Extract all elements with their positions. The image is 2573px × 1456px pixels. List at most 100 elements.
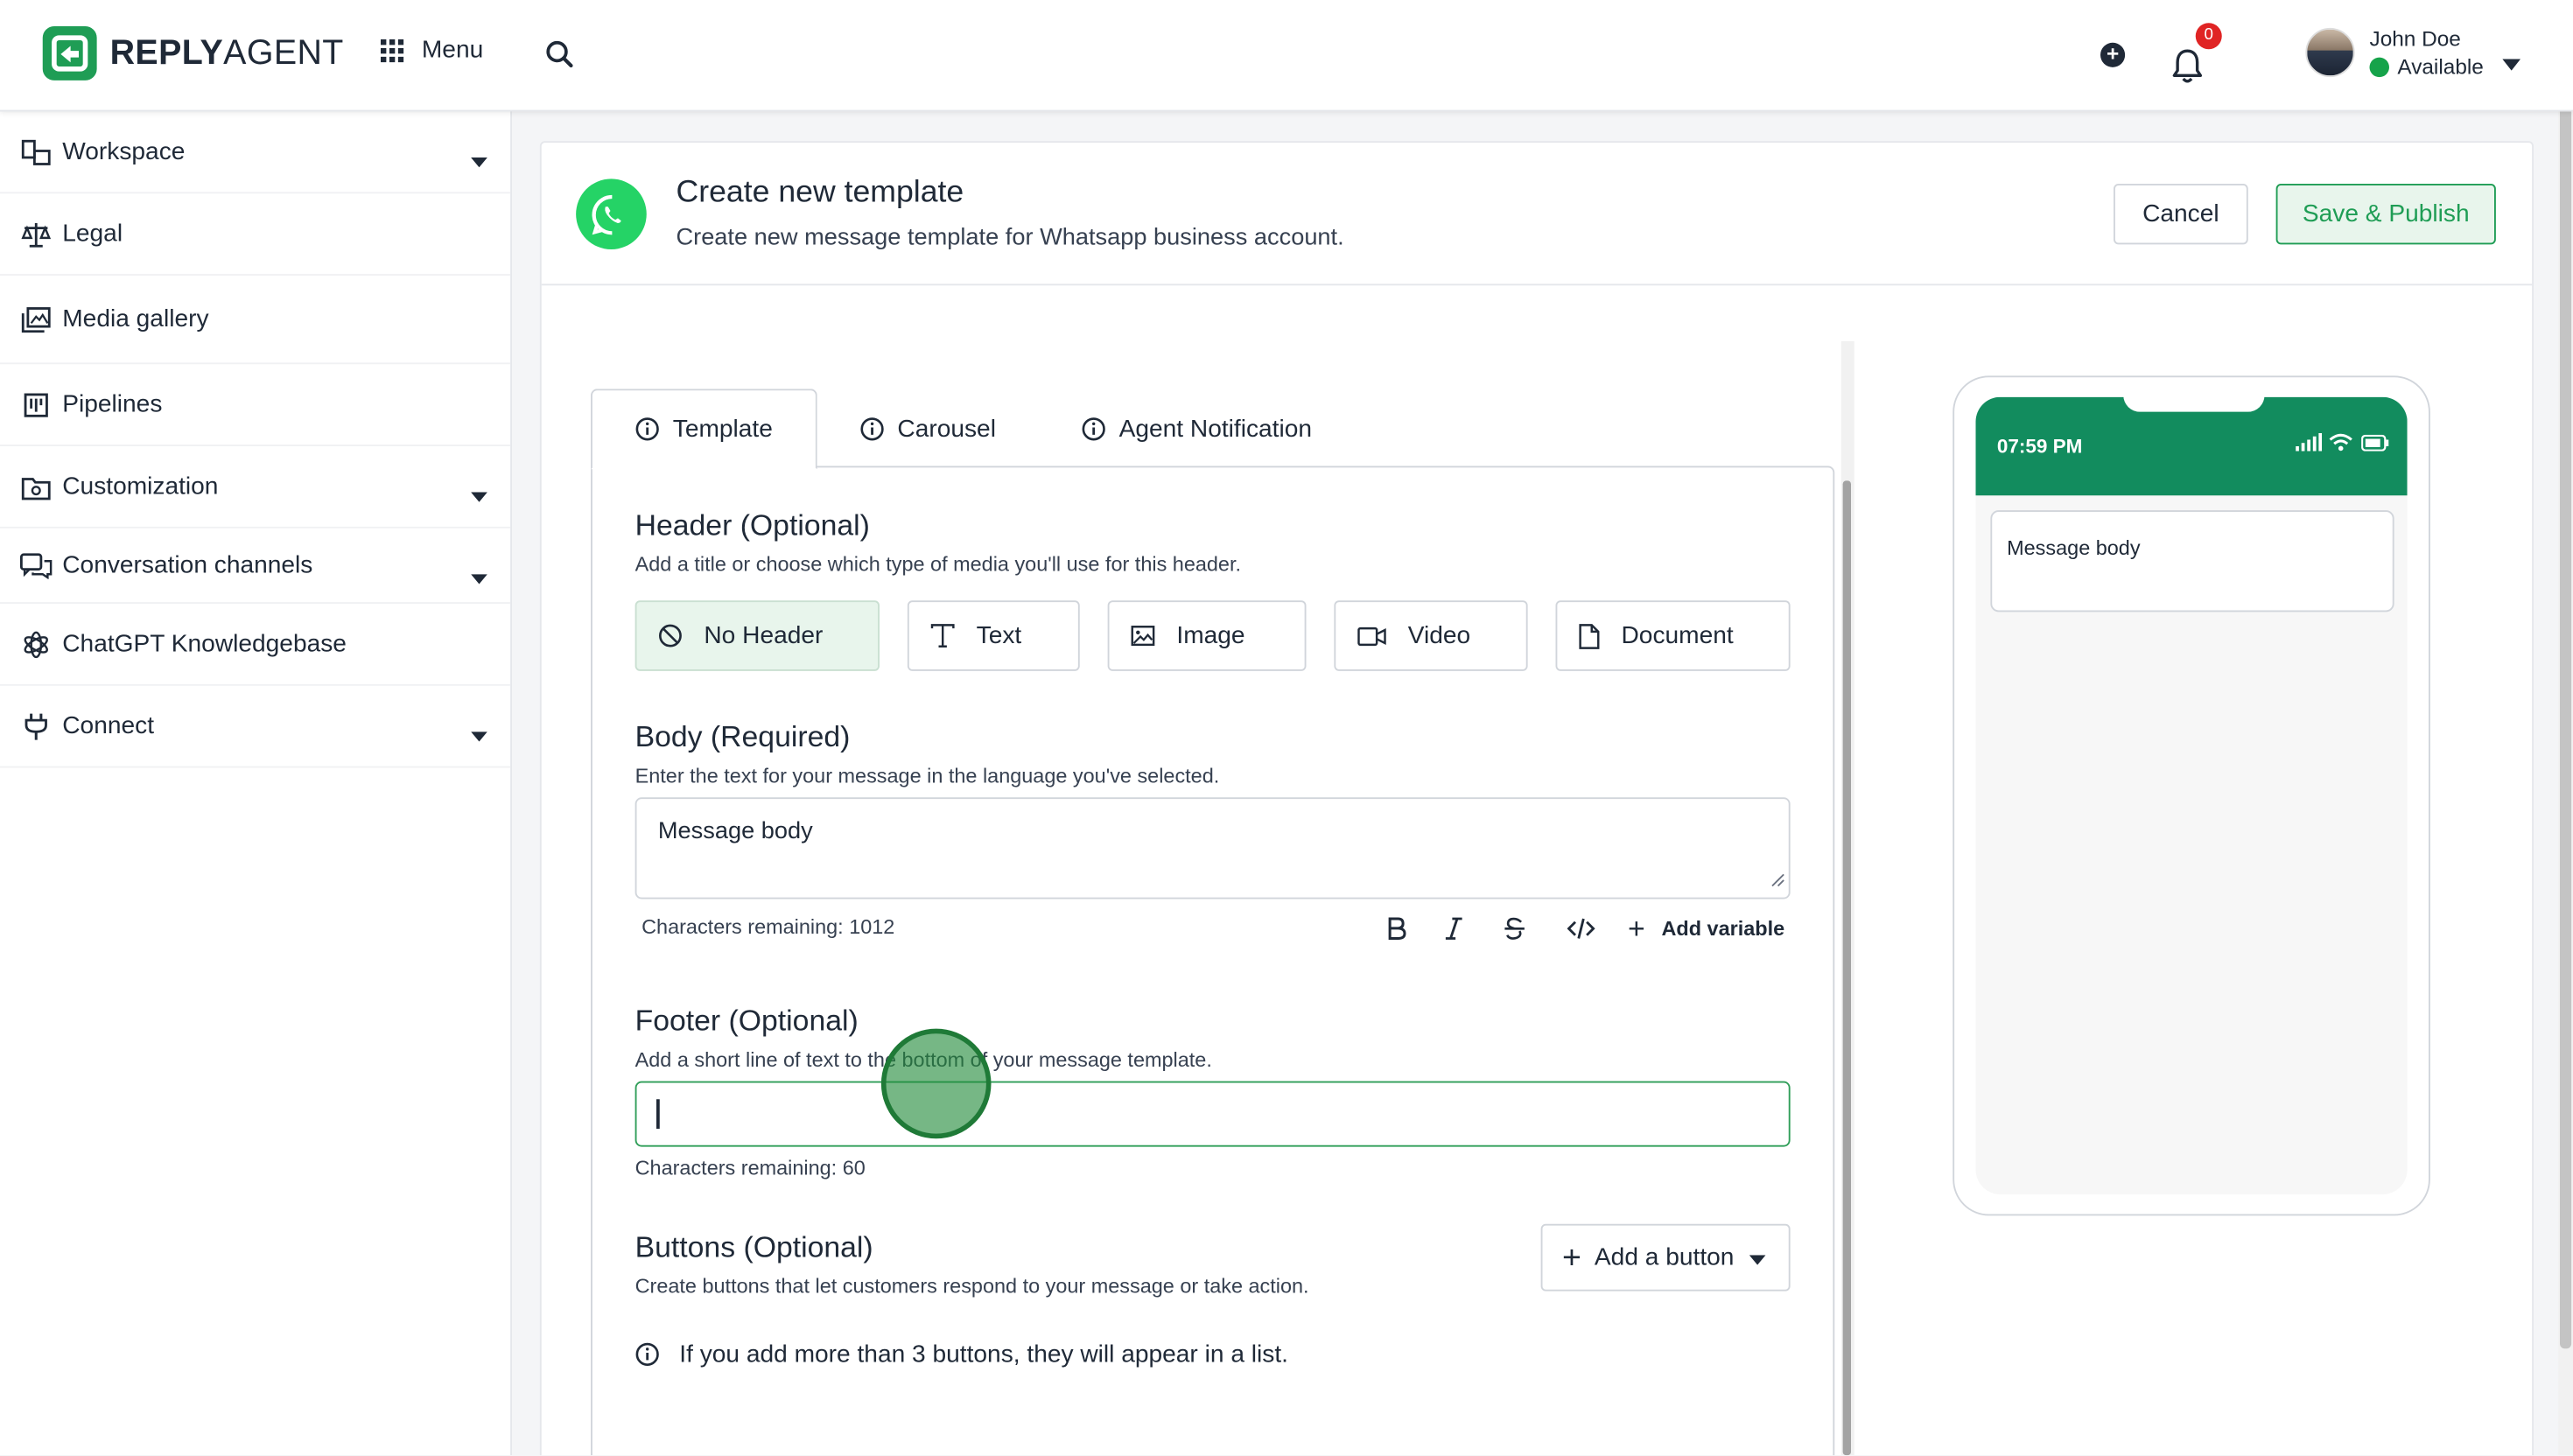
sidebar-item-label: ChatGPT Knowledgebase [62,630,347,658]
header-option-text[interactable]: Text [907,600,1080,671]
sidebar-item-label: Customization [62,472,219,500]
caret-down-icon [471,146,487,176]
workspace-icon [20,137,53,167]
italic-icon[interactable] [1444,917,1464,940]
plus-icon: + [1628,912,1645,945]
wifi-icon [2329,433,2352,452]
text-cursor [656,1099,659,1129]
body-section-title: Body (Required) [634,720,851,753]
code-icon[interactable] [1567,917,1595,940]
user-menu[interactable]: John Doe Available [2305,26,2484,79]
resize-handle-icon[interactable] [1770,868,1785,894]
phone-time: 07:59 PM [1996,434,2083,458]
card-header: Create new template Create new message t… [541,143,2533,286]
sidebar-item-workspace[interactable]: Workspace [0,112,511,194]
video-icon [1357,626,1387,646]
signal-icon [2296,433,2323,452]
logo-mark-icon [42,26,97,80]
tab-agent-notification[interactable]: Agent Notification [1039,388,1355,467]
footer-input[interactable] [634,1081,1791,1147]
caret-down-icon [471,563,487,592]
chat-bubbles-icon [19,550,53,580]
form-scrollbar-handle[interactable] [1842,480,1851,1456]
sidebar-item-media-gallery[interactable]: Media gallery [0,276,511,365]
info-icon [635,1342,660,1367]
info-icon [1081,416,1105,440]
body-text: Message body [657,818,813,845]
sidebar-item-label: Pipelines [62,390,163,419]
footer-chars-remaining: Characters remaining: 60 [634,1156,866,1180]
template-tabs: Template Carousel Agent Notification [591,388,1355,470]
sidebar: Workspace Legal Media gallery Pipelines … [0,111,512,1456]
add-button-label: Add a button [1594,1243,1735,1272]
sidebar-item-connect[interactable]: Connect [0,686,511,768]
sidebar-item-conversation-channels[interactable]: Conversation channels [0,528,511,604]
caret-down-icon [1749,1243,1766,1271]
body-textarea[interactable]: Message body [634,797,1791,900]
click-indicator [880,1028,992,1139]
grid-icon [381,38,404,62]
tab-label: Template [672,415,773,444]
header-option-label: Image [1176,621,1245,650]
ban-icon [658,624,683,648]
battery-icon [2361,433,2389,451]
header-option-video[interactable]: Video [1334,600,1528,671]
header-option-label: Text [976,621,1022,650]
sidebar-item-label: Conversation channels [62,551,313,579]
tab-label: Carousel [897,414,996,443]
footer-section-title: Footer (Optional) [634,1004,859,1038]
phone-notch [2123,383,2265,412]
openai-icon [20,629,53,659]
replyagent-logo[interactable]: REPLYAGENT [42,26,344,80]
user-status: Available [2369,53,2484,79]
sidebar-item-label: Workspace [62,137,186,166]
header-option-label: No Header [704,621,824,650]
user-status-label: Available [2397,53,2484,79]
menu-label: Menu [421,36,484,65]
preview-message-text: Message body [2007,536,2141,560]
sidebar-item-label: Connect [62,711,155,740]
avatar [2305,27,2355,78]
header-section-title: Header (Optional) [634,508,870,542]
bell-icon[interactable] [2171,47,2205,92]
body-section-description: Enter the text for your message in the l… [634,764,1220,788]
notification-badge: 0 [2195,23,2222,50]
sidebar-item-pipelines[interactable]: Pipelines [0,364,511,446]
header-option-document[interactable]: Document [1555,600,1791,671]
add-variable-button[interactable]: + Add variable [1628,912,1785,945]
header-option-image[interactable]: Image [1107,600,1307,671]
plug-icon [20,711,53,741]
sidebar-item-chatgpt-knowledgebase[interactable]: ChatGPT Knowledgebase [0,604,511,686]
chevron-down-icon[interactable] [2502,49,2520,79]
sidebar-item-customization[interactable]: Customization [0,446,511,528]
sidebar-item-label: Legal [62,220,123,248]
media-gallery-icon [20,304,53,334]
plus-icon: + [1562,1239,1581,1276]
user-name: John Doe [2369,26,2461,52]
preview-message-bubble: Message body [1990,510,2394,612]
logo-text: REPLYAGENT [109,33,344,72]
cancel-button[interactable]: Cancel [2114,184,2248,245]
add-variable-label: Add variable [1661,917,1785,941]
bold-icon[interactable] [1386,917,1406,940]
page-title: Create new template [676,175,964,210]
caret-down-icon [471,720,487,750]
buttons-section-title: Buttons (Optional) [634,1230,873,1264]
search-icon[interactable] [545,39,575,77]
tab-carousel[interactable]: Carousel [817,388,1039,467]
menu-button[interactable]: Menu [381,36,483,64]
body-chars-remaining: Characters remaining: 1012 [641,915,895,939]
pipelines-icon [20,389,53,419]
strikethrough-icon[interactable] [1504,917,1526,940]
add-circle-icon[interactable]: + [2100,42,2126,67]
buttons-info-text: If you add more than 3 buttons, they wil… [679,1340,1288,1368]
page-scrollbar[interactable] [2558,0,2573,1456]
add-button-dropdown[interactable]: + Add a button [1540,1223,1791,1292]
tab-template[interactable]: Template [591,388,817,470]
save-publish-button[interactable]: Save & Publish [2275,184,2496,245]
page-scrollbar-thumb[interactable] [2560,3,2572,1349]
page-subtitle: Create new message template for Whatsapp… [676,224,1344,251]
buttons-info: If you add more than 3 buttons, they wil… [635,1340,1288,1368]
header-option-no-header[interactable]: No Header [634,600,880,671]
sidebar-item-legal[interactable]: Legal [0,193,511,276]
